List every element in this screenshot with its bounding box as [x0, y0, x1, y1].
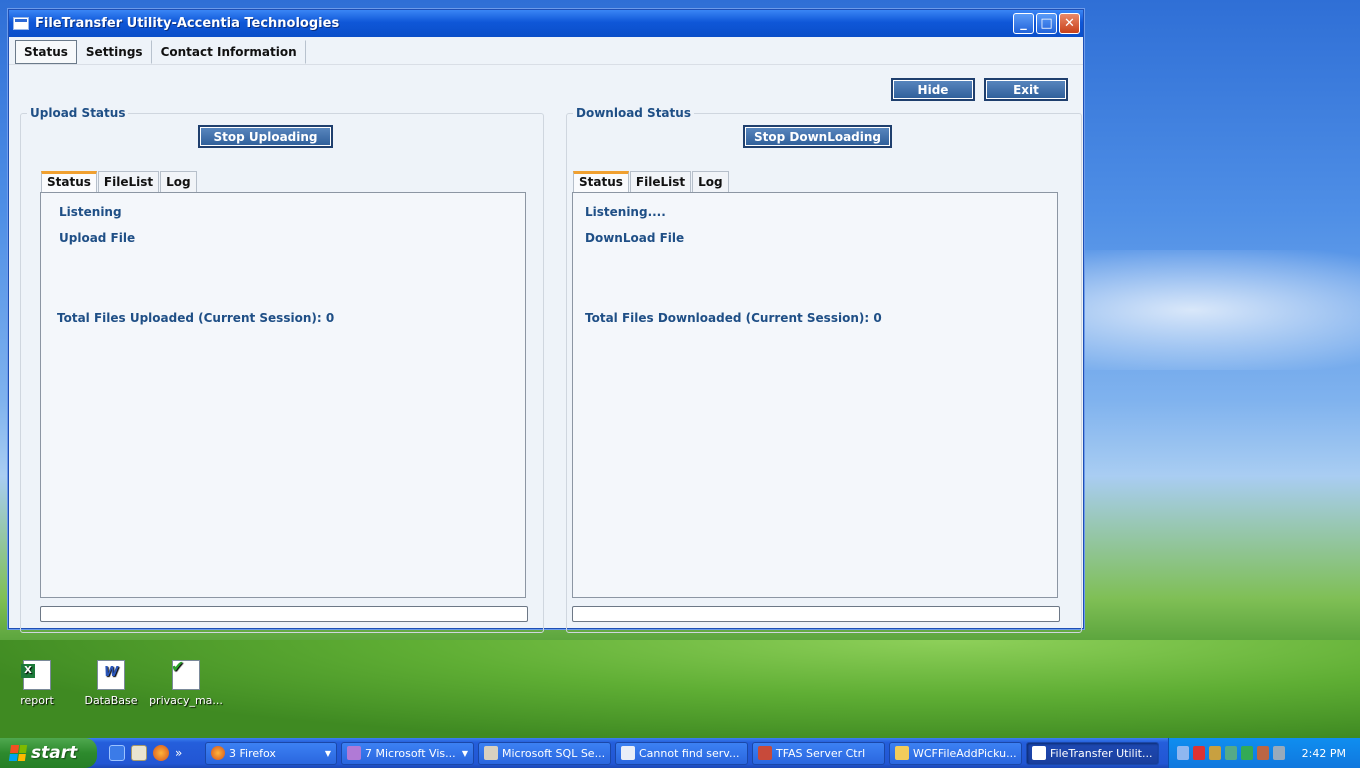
firefox-icon	[211, 746, 225, 760]
taskbar: start » 3 Firefox ▼ 7 Microsoft Vis... ▼ M…	[0, 738, 1360, 768]
checked-file-icon	[171, 657, 200, 690]
upload-subtabs: Status FileList Log	[41, 171, 198, 193]
task-filetransfer-utility[interactable]: FileTransfer Utilit...	[1026, 741, 1159, 765]
task-label: WCFFileAddPicku...	[913, 746, 1017, 760]
upload-total-text: Total Files Uploaded (Current Session): …	[57, 311, 335, 325]
desktop-icon-report[interactable]: report	[0, 660, 74, 707]
start-button[interactable]: start	[0, 738, 97, 768]
tray-app-icon[interactable]	[1257, 746, 1269, 760]
tray-app-icon[interactable]	[1225, 746, 1237, 760]
title-bar[interactable]: FileTransfer Utility-Accentia Technologi…	[9, 10, 1083, 37]
task-sql-server[interactable]: Microsoft SQL Se...	[478, 741, 611, 765]
internet-explorer-icon[interactable]	[109, 745, 125, 761]
upload-tab-log[interactable]: Log	[160, 171, 197, 192]
excel-file-icon	[21, 660, 51, 690]
desktop-icon-label: DataBase	[84, 694, 138, 707]
task-firefox[interactable]: 3 Firefox ▼	[205, 741, 337, 765]
system-tray: 2:42 PM	[1168, 738, 1360, 768]
desktop-icon-privacy[interactable]: privacy_ma...	[149, 657, 223, 707]
task-label: Microsoft SQL Se...	[502, 746, 606, 760]
stop-downloading-button[interactable]: Stop DownLoading	[743, 125, 892, 148]
chevron-left-icon[interactable]	[1177, 746, 1189, 760]
desktop-icon-label: privacy_ma...	[149, 694, 223, 707]
task-tfas-server-ctrl[interactable]: TFAS Server Ctrl	[752, 741, 885, 765]
chevron-down-icon: ▼	[324, 748, 331, 758]
stop-uploading-button[interactable]: Stop Uploading	[198, 125, 333, 148]
main-tab-strip: Status Settings Contact Information	[9, 37, 1083, 65]
maximize-button[interactable]: □	[1036, 13, 1057, 34]
download-tab-status[interactable]: Status	[573, 171, 629, 193]
visual-studio-icon	[347, 746, 361, 760]
start-label: start	[31, 743, 78, 763]
desktop-icon-label: report	[20, 694, 54, 707]
app-icon	[13, 17, 29, 30]
tab-status[interactable]: Status	[15, 40, 77, 64]
download-file-text: DownLoad File	[585, 231, 685, 245]
app-window-icon	[1032, 746, 1046, 760]
exit-button[interactable]: Exit	[984, 78, 1068, 101]
task-label: FileTransfer Utilit...	[1050, 746, 1153, 760]
upload-tab-status[interactable]: Status	[41, 171, 97, 193]
network-icon[interactable]	[1273, 746, 1285, 760]
chevron-down-icon: ▼	[461, 748, 468, 758]
task-visual-studio[interactable]: 7 Microsoft Vis... ▼	[341, 741, 474, 765]
chevron-right-icon[interactable]: »	[175, 746, 182, 760]
task-label: 7 Microsoft Vis...	[365, 746, 456, 760]
clock[interactable]: 2:42 PM	[1302, 747, 1346, 760]
word-file-icon	[97, 660, 125, 690]
download-listening-text: Listening....	[585, 205, 666, 219]
show-desktop-icon[interactable]	[131, 745, 147, 761]
download-status-panel: Listening.... DownLoad File Total Files …	[572, 192, 1058, 598]
desktop-icon-database[interactable]: DataBase	[74, 660, 148, 707]
download-tab-log[interactable]: Log	[692, 171, 729, 192]
tray-user-icon[interactable]	[1193, 746, 1205, 760]
task-label: 3 Firefox	[229, 746, 276, 760]
window-title: FileTransfer Utility-Accentia Technologi…	[35, 16, 340, 31]
hide-button[interactable]: Hide	[891, 78, 975, 101]
sql-server-icon	[484, 746, 498, 760]
upload-status-label: Upload Status	[27, 106, 129, 120]
task-label: Cannot find serv...	[639, 746, 740, 760]
tab-settings[interactable]: Settings	[77, 40, 152, 64]
app-window-icon	[758, 746, 772, 760]
ie-page-icon	[621, 746, 635, 760]
download-total-text: Total Files Downloaded (Current Session)…	[585, 311, 882, 325]
task-label: TFAS Server Ctrl	[776, 746, 866, 760]
app-window: FileTransfer Utility-Accentia Technologi…	[8, 9, 1084, 633]
download-tab-filelist[interactable]: FileList	[629, 171, 692, 192]
upload-file-text: Upload File	[59, 231, 136, 245]
tray-app-icon[interactable]	[1241, 746, 1253, 760]
quick-launch: »	[109, 745, 201, 761]
download-status-label: Download Status	[573, 106, 694, 120]
upload-progress-bar	[40, 606, 528, 622]
download-progress-bar	[572, 606, 1060, 622]
upload-listening-text: Listening	[59, 205, 122, 219]
task-wcf-folder[interactable]: WCFFileAddPicku...	[889, 741, 1022, 765]
folder-icon	[895, 746, 909, 760]
close-button[interactable]: ✕	[1059, 13, 1080, 34]
upload-status-panel: Listening Upload File Total Files Upload…	[40, 192, 526, 598]
windows-flag-icon	[8, 745, 28, 761]
download-subtabs: Status FileList Log	[573, 171, 730, 193]
tab-contact-information[interactable]: Contact Information	[152, 40, 306, 64]
window-controls: _ □ ✕	[1013, 13, 1080, 34]
firefox-icon[interactable]	[153, 745, 169, 761]
minimize-button[interactable]: _	[1013, 13, 1034, 34]
tray-app-icon[interactable]	[1209, 746, 1221, 760]
upload-tab-filelist[interactable]: FileList	[97, 171, 160, 192]
task-cannot-find-server[interactable]: Cannot find serv...	[615, 741, 748, 765]
